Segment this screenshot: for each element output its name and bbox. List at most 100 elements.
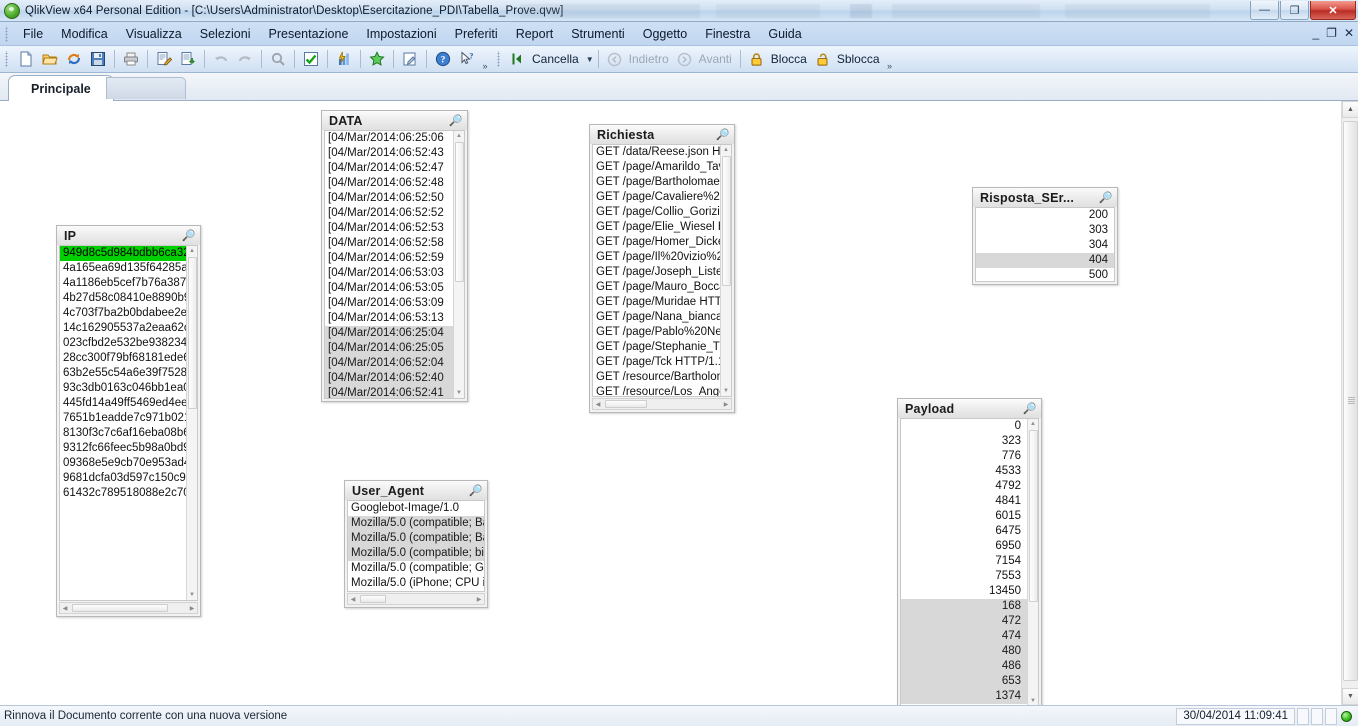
list-item[interactable]: [04/Mar/2014:06:53:13: [325, 311, 453, 326]
list-item[interactable]: 13450: [901, 584, 1027, 599]
search-magnifier-icon[interactable]: 🔍: [449, 114, 463, 127]
toolbar-overflow-button[interactable]: »: [479, 48, 491, 71]
current-selections-icon[interactable]: [300, 49, 322, 70]
table-viewer-icon[interactable]: [177, 49, 199, 70]
scroll-up-icon[interactable]: ▲: [1342, 101, 1358, 118]
search-magnifier-icon[interactable]: 🔍: [1023, 402, 1037, 415]
list-item[interactable]: 480: [901, 644, 1027, 659]
list-item[interactable]: GET /page/Pablo%20Neruc: [593, 325, 720, 340]
list-item[interactable]: GET /page/Amarildo_Tavar: [593, 160, 720, 175]
list-item[interactable]: 8130f3c7c6af16eba08b64f: [60, 426, 186, 441]
menu-item-selezioni[interactable]: Selezioni: [191, 24, 260, 44]
menu-item-impostazioni[interactable]: Impostazioni: [357, 24, 445, 44]
save-icon[interactable]: [87, 49, 109, 70]
listbox-ip[interactable]: IP 🔍 949d8c5d984bdbb6ca3236 4a165ea69d13…: [56, 225, 201, 617]
menu-item-modifica[interactable]: Modifica: [52, 24, 117, 44]
listbox-payload[interactable]: Payload 🔍 0 323 776 4533 4792 4841 6015 …: [897, 398, 1042, 705]
reload-icon[interactable]: [63, 49, 85, 70]
scroll-left-icon[interactable]: ◀: [348, 594, 358, 604]
scroll-thumb[interactable]: [1029, 430, 1038, 602]
list-item[interactable]: [04/Mar/2014:06:52:53: [325, 221, 453, 236]
list-item[interactable]: [04/Mar/2014:06:52:50: [325, 191, 453, 206]
list-item[interactable]: 776: [901, 449, 1027, 464]
menu-item-strumenti[interactable]: Strumenti: [562, 24, 634, 44]
list-item[interactable]: Googlebot-Image/1.0: [348, 501, 484, 516]
back-button[interactable]: Indietro: [603, 48, 673, 71]
list-item[interactable]: 09368e5e9cb70e953ad4d6: [60, 456, 186, 471]
menu-item-guida[interactable]: Guida: [759, 24, 810, 44]
selection-toolbar-drag-grip[interactable]: [495, 51, 503, 67]
forward-button[interactable]: Avanti: [673, 48, 736, 71]
list-item[interactable]: [04/Mar/2014:06:52:59: [325, 251, 453, 266]
scroll-right-icon[interactable]: ▶: [721, 399, 731, 409]
list-item[interactable]: 9312fc66feec5b98a0bd98!: [60, 441, 186, 456]
list-item[interactable]: 61432c789518088e2c708f: [60, 486, 186, 501]
clear-icon[interactable]: [507, 49, 529, 70]
list-item[interactable]: 323: [901, 434, 1027, 449]
list-item[interactable]: 303: [976, 223, 1114, 238]
list-item[interactable]: [04/Mar/2014:06:53:09: [325, 296, 453, 311]
list-item[interactable]: 7651b1eadde7c971b021de: [60, 411, 186, 426]
list-item[interactable]: 1374: [901, 689, 1027, 704]
scroll-right-icon[interactable]: ▶: [474, 594, 484, 604]
listbox-richiesta-vertical-scrollbar[interactable]: ▲ ▼: [720, 145, 731, 396]
listbox-ip-vertical-scrollbar[interactable]: ▲ ▼: [186, 246, 197, 600]
list-item[interactable]: GET /resource/Los_Angeles: [593, 385, 720, 396]
scroll-up-icon[interactable]: ▲: [721, 145, 731, 155]
list-item[interactable]: 9681dcfa03d597c150c914!: [60, 471, 186, 486]
scroll-up-icon[interactable]: ▲: [187, 246, 197, 256]
list-item[interactable]: 4533: [901, 464, 1027, 479]
clear-selections-button[interactable]: Cancella ▼: [506, 48, 594, 71]
mdi-close-button[interactable]: ✕: [1344, 26, 1354, 40]
menu-item-presentazione[interactable]: Presentazione: [260, 24, 358, 44]
scroll-left-icon[interactable]: ◀: [60, 603, 70, 613]
print-icon[interactable]: [120, 49, 142, 70]
menu-item-preferiti[interactable]: Preferiti: [446, 24, 507, 44]
listbox-ip-horizontal-scrollbar[interactable]: ◀ ▶: [59, 602, 198, 614]
list-item[interactable]: [04/Mar/2014:06:25:04: [325, 326, 453, 341]
list-item[interactable]: [04/Mar/2014:06:25:06: [325, 131, 453, 146]
list-item[interactable]: GET /resource/Bartholomae: [593, 370, 720, 385]
list-item[interactable]: [04/Mar/2014:06:52:41: [325, 386, 453, 398]
scroll-thumb[interactable]: [360, 595, 386, 603]
listbox-payload-vertical-scrollbar[interactable]: ▲ ▼: [1027, 419, 1038, 705]
listbox-payload-body[interactable]: 0 323 776 4533 4792 4841 6015 6475 6950 …: [900, 418, 1039, 705]
listbox-data-vertical-scrollbar[interactable]: ▲ ▼: [453, 131, 464, 398]
list-item[interactable]: Mozilla/5.0 (compatible; Goog: [348, 561, 484, 576]
listbox-data-body[interactable]: [04/Mar/2014:06:25:06 [04/Mar/2014:06:52…: [324, 130, 465, 399]
menu-drag-grip[interactable]: [3, 25, 11, 42]
undo-icon[interactable]: [210, 49, 232, 70]
list-item[interactable]: 200: [976, 208, 1114, 223]
scroll-thumb[interactable]: [455, 142, 464, 282]
search-magnifier-icon[interactable]: 🔍: [182, 229, 196, 242]
scroll-down-icon[interactable]: ▼: [187, 590, 197, 600]
notes-icon[interactable]: [399, 49, 421, 70]
scroll-thumb[interactable]: [605, 400, 647, 408]
listbox-risposta-server[interactable]: Risposta_SEr... 🔍 200 303 304 404 500: [972, 187, 1118, 285]
listbox-richiesta[interactable]: Richiesta 🔍 GET /data/Reese.json HTT GET…: [589, 124, 735, 413]
scroll-up-icon[interactable]: ▲: [454, 131, 464, 141]
list-item[interactable]: 0: [901, 419, 1027, 434]
search-magnifier-icon[interactable]: 🔍: [469, 484, 483, 497]
listbox-user-agent[interactable]: User_Agent 🔍 Googlebot-Image/1.0 Mozilla…: [344, 480, 488, 608]
list-item[interactable]: 4792: [901, 479, 1027, 494]
list-item[interactable]: [04/Mar/2014:06:52:48: [325, 176, 453, 191]
help-icon[interactable]: ?: [432, 49, 454, 70]
list-item[interactable]: GET /page/Il%20vizio%20n: [593, 250, 720, 265]
list-item[interactable]: GET /page/Tck HTTP/1.1: [593, 355, 720, 370]
list-item[interactable]: 486: [901, 659, 1027, 674]
list-item[interactable]: 7553: [901, 569, 1027, 584]
list-item[interactable]: 6950: [901, 539, 1027, 554]
list-item[interactable]: 4841: [901, 494, 1027, 509]
lock-selections-button[interactable]: Blocca: [745, 48, 811, 71]
favorites-star-icon[interactable]: [366, 49, 388, 70]
chevron-down-icon[interactable]: ▼: [586, 55, 594, 64]
list-item[interactable]: GET /page/Elie_Wiesel HTT: [593, 220, 720, 235]
list-item[interactable]: GET /page/Homer_Dickens: [593, 235, 720, 250]
list-item[interactable]: 304: [976, 238, 1114, 253]
list-item[interactable]: GET /page/Mauro_Boccafre: [593, 280, 720, 295]
list-item[interactable]: [04/Mar/2014:06:52:40: [325, 371, 453, 386]
scroll-thumb[interactable]: [722, 156, 731, 286]
redo-icon[interactable]: [234, 49, 256, 70]
scroll-down-icon[interactable]: ▼: [1028, 696, 1038, 705]
